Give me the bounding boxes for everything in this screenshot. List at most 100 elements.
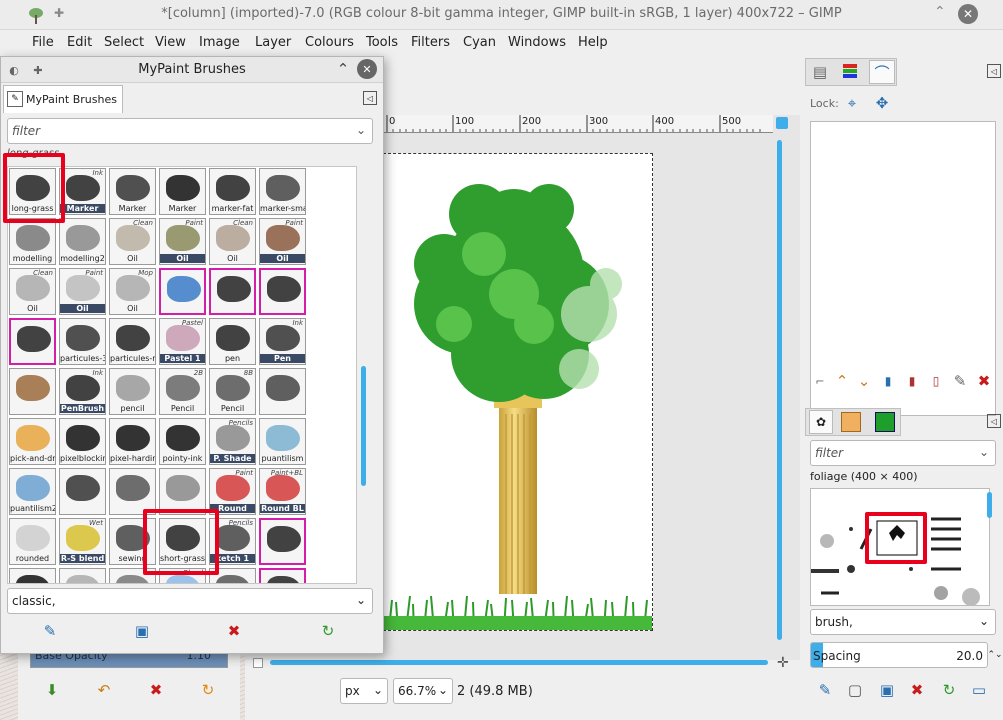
save-options-icon[interactable]: ⬇ [42, 680, 62, 700]
brush-cell[interactable] [259, 268, 306, 315]
path-to-selection-icon[interactable]: ▮ [903, 372, 921, 390]
navigate-cross-icon[interactable]: ✛ [777, 655, 789, 671]
gradients-tab-icon[interactable] [875, 412, 895, 432]
hscroll-thumb[interactable] [270, 660, 768, 665]
brush-cell[interactable]: Ink PenBrush [59, 368, 106, 415]
brush-cell[interactable]: Paint Oil [159, 218, 206, 265]
new-brush-icon[interactable]: ▢ [845, 680, 865, 700]
brush-cell[interactable]: puantilism [259, 418, 306, 465]
quickmask-toggle[interactable] [253, 658, 263, 668]
dock-menu-icon[interactable]: ◁ [987, 64, 1001, 78]
brush-cell[interactable] [9, 368, 56, 415]
channels-tab-icon[interactable] [839, 62, 861, 82]
menu-help[interactable]: Help [578, 35, 608, 50]
brush-cell[interactable] [159, 468, 206, 515]
brush-cell[interactable] [59, 568, 106, 583]
brush-cell[interactable]: particules-3 [59, 318, 106, 365]
brush-cell[interactable]: Pastel Pastel 1 [159, 318, 206, 365]
dialog-tab[interactable]: ✎ MyPaint Brushes [3, 85, 123, 113]
stroke-path-icon[interactable]: ✎ [951, 372, 969, 390]
brush-cell[interactable]: pen [209, 318, 256, 365]
brushes-filter[interactable]: filter ⌄ [810, 440, 996, 466]
duplicate-brush-icon[interactable]: ▣ [877, 680, 897, 700]
brush-tag-entry[interactable]: brush, ⌄ [810, 609, 996, 635]
brush-cell[interactable]: marker-small [259, 168, 306, 215]
brush-cell[interactable]: Paint Oil [259, 218, 306, 265]
delete-brush-icon[interactable]: ✖ [907, 680, 927, 700]
delete-mypaint-brush-icon[interactable]: ✖ [223, 620, 245, 642]
menu-view[interactable]: View [155, 35, 186, 50]
brush-cell[interactable]: pointy-ink [159, 418, 206, 465]
brushes-tab-icon[interactable]: ✿ [809, 410, 833, 434]
unit-select[interactable]: px ⌄ [340, 678, 388, 704]
brush-cell[interactable] [159, 268, 206, 315]
brush-grid-scroll-thumb[interactable] [987, 492, 992, 518]
refresh-brushes-icon[interactable]: ↻ [939, 680, 959, 700]
brush-cell[interactable]: Wet R-S blend [59, 518, 106, 565]
brush-cell[interactable] [109, 468, 156, 515]
restore-options-icon[interactable]: ↶ [94, 680, 114, 700]
spacing-slider[interactable]: Spacing 20.0 [810, 642, 988, 668]
brush-cell[interactable]: 8B Pencil [209, 368, 256, 415]
brush-cell[interactable]: rounded [9, 518, 56, 565]
dialog-filter[interactable]: filter ⌄ [7, 118, 373, 144]
brushes-dock-menu-icon[interactable]: ◁ [987, 414, 1001, 428]
lock-pixels-icon[interactable]: ⌖ [843, 94, 861, 112]
canvas-horizontal-scrollbar[interactable] [270, 656, 775, 670]
menu-edit[interactable]: Edit [67, 35, 92, 50]
brush-cell[interactable]: pixel-hardink [109, 418, 156, 465]
brush-cell[interactable]: marker-fat [209, 168, 256, 215]
brush-grid-scroll-thumb[interactable] [361, 366, 366, 486]
selection-to-path-icon[interactable]: ▯ [927, 372, 945, 390]
menu-windows[interactable]: Windows [508, 35, 566, 50]
refresh-mypaint-brushes-icon[interactable]: ↻ [317, 620, 339, 642]
brush-grid-scrollbar[interactable] [359, 166, 369, 584]
brush-cell[interactable] [9, 568, 56, 583]
brush-cell[interactable]: Paint Round [209, 468, 256, 515]
paths-tab-icon[interactable]: ⌒ [869, 60, 895, 84]
close-window-icon[interactable]: ✕ [958, 4, 978, 24]
menu-filters[interactable]: Filters [411, 35, 450, 50]
menu-select[interactable]: Select [104, 35, 144, 50]
brush-cell[interactable]: Paint+BL Round BL [259, 468, 306, 515]
menu-cyan[interactable]: Cyan [463, 35, 496, 50]
brush-cell[interactable]: pencil [109, 368, 156, 415]
brush-cell[interactable]: Ink Marker [59, 168, 106, 215]
lower-path-icon[interactable]: ⌄ [855, 372, 873, 390]
duplicate-mypaint-brush-icon[interactable]: ▣ [131, 620, 153, 642]
brush-cell[interactable]: modelling2 [59, 218, 106, 265]
brush-cell[interactable]: Mop Oil [109, 268, 156, 315]
menu-layer[interactable]: Layer [255, 35, 291, 50]
vscroll-thumb[interactable] [777, 140, 782, 640]
brush-cell[interactable]: Clean Oil [209, 218, 256, 265]
brush-cell[interactable]: puantilism2 [9, 468, 56, 515]
brush-cell[interactable]: pick-and-drag [9, 418, 56, 465]
brush-cell[interactable] [59, 468, 106, 515]
dialog-tab-menu-icon[interactable]: ◁ [363, 91, 377, 105]
edit-brush-icon[interactable]: ✎ [815, 680, 835, 700]
brush-cell[interactable]: Paint Oil [59, 268, 106, 315]
reset-options-icon[interactable]: ↻ [198, 680, 218, 700]
navigate-icon[interactable] [776, 117, 788, 129]
edit-mypaint-brush-icon[interactable]: ✎ [39, 620, 61, 642]
menu-file[interactable]: File [32, 35, 54, 50]
brush-cell[interactable]: Clean Oil [109, 218, 156, 265]
brush-cell[interactable] [209, 268, 256, 315]
brush-cell[interactable]: Clean Oil [9, 268, 56, 315]
brush-cell[interactable] [259, 368, 306, 415]
duplicate-path-icon[interactable]: ▮ [879, 372, 897, 390]
brush-cell[interactable]: Marker [159, 168, 206, 215]
dialog-tag-entry[interactable]: classic, ⌄ [7, 588, 373, 614]
image-canvas[interactable] [383, 153, 653, 631]
minimize-icon[interactable]: ⌃ [934, 4, 946, 20]
brush-cell[interactable] [259, 568, 306, 583]
menu-tools[interactable]: Tools [366, 35, 398, 50]
brush-cell[interactable] [259, 518, 306, 565]
patterns-tab-icon[interactable] [841, 412, 861, 432]
menu-colours[interactable]: Colours [305, 35, 354, 50]
brush-cell[interactable]: modelling [9, 218, 56, 265]
dialog-minimize-icon[interactable]: ⌃ [334, 60, 352, 78]
brush-cell[interactable]: pixelblocking [59, 418, 106, 465]
new-path-icon[interactable]: ⌐ [811, 372, 829, 390]
menu-image[interactable]: Image [199, 35, 240, 50]
